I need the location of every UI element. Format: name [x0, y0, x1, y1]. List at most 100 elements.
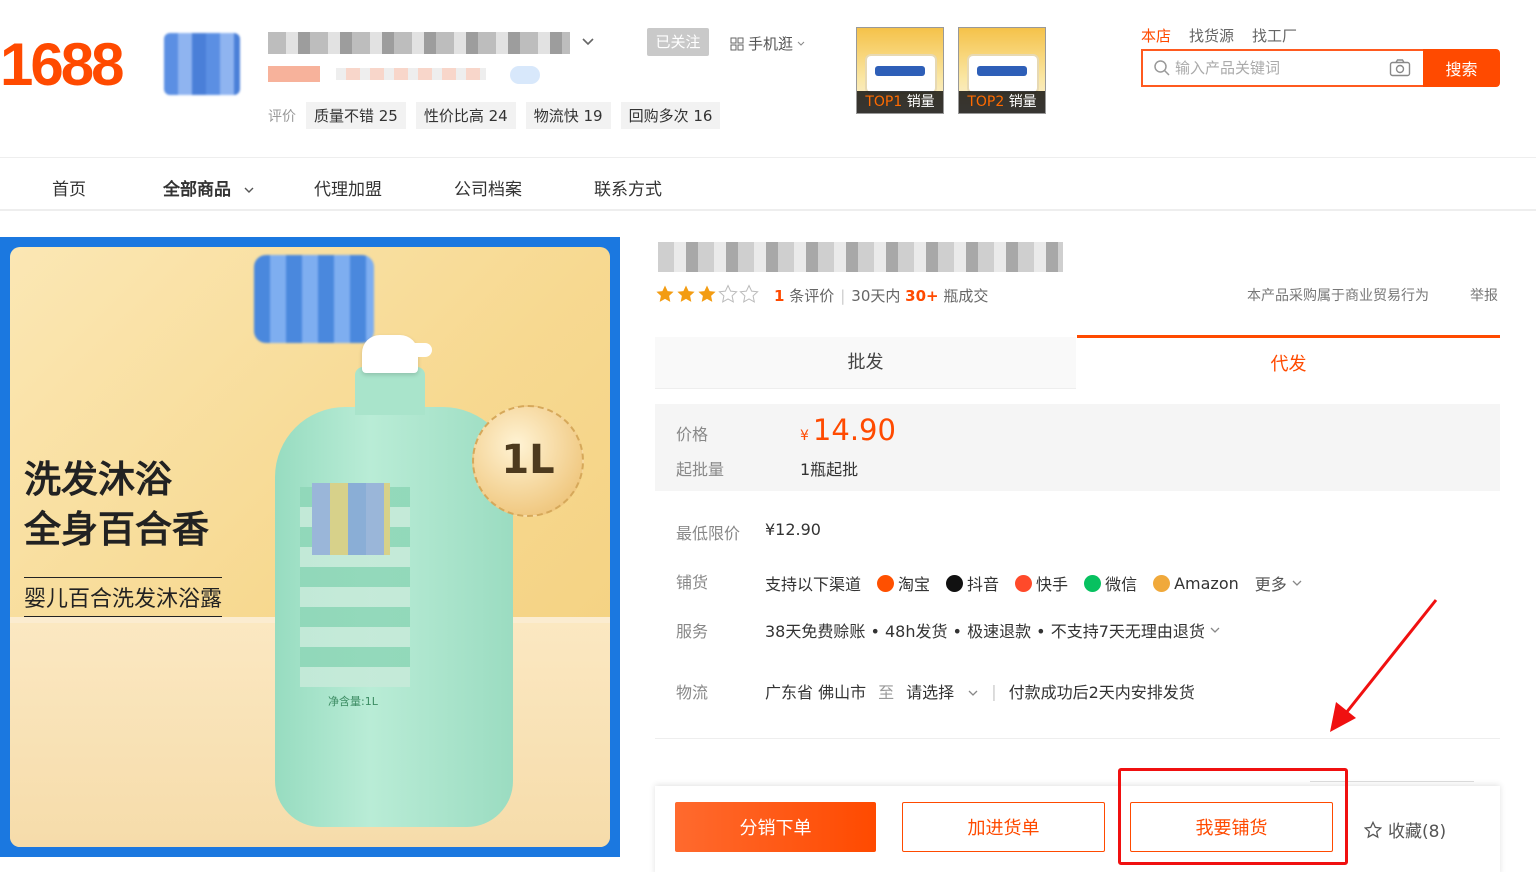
star-empty-icon [739, 284, 759, 303]
taobao-icon [877, 574, 895, 592]
verified-icon [510, 66, 540, 84]
tab-wholesale[interactable]: 批发 [655, 337, 1076, 389]
kuaishou-icon [1015, 574, 1033, 592]
star-filled-icon [656, 285, 674, 302]
rank-text: 销量 [906, 94, 935, 110]
service-text: 38天免费赊账 • 48h发货 • 极速退款 • 不支持7天无理由退货 [765, 622, 1205, 641]
site-logo[interactable]: 1688 [0, 30, 124, 100]
price-amount: 14.90 [812, 413, 896, 447]
search-input[interactable] [1175, 51, 1385, 85]
shop-rating-label: 评价 [268, 109, 296, 125]
grid-icon [730, 37, 744, 50]
shop-nav-bar: 首页 全部商品 代理加盟 公司档案 联系方式 [0, 157, 1536, 211]
review-count[interactable]: 1 条评价 [774, 285, 834, 306]
net-content-label: 净含量:1L [328, 695, 378, 708]
bottle-logo-redacted [312, 483, 390, 555]
tab-find-source[interactable]: 找货源 [1189, 25, 1234, 46]
min-price-label: 最低限价 [676, 524, 741, 543]
favorite-button[interactable]: 收藏(8) [1364, 817, 1446, 842]
chevron-down-icon [244, 187, 254, 193]
channel-list: 支持以下渠道 淘宝 抖音 快手 微信 Amazon 更多 [765, 571, 1303, 595]
rating-tag: 物流快 19 [525, 102, 611, 129]
search-button[interactable]: 搜索 [1423, 49, 1500, 87]
service-list[interactable]: 38天免费赊账 • 48h发货 • 极速退款 • 不支持7天无理由退货 [765, 618, 1221, 642]
channel-kuaishou[interactable]: 快手 [1015, 571, 1068, 595]
annotation-highlight-box [1118, 768, 1348, 865]
chevron-down-icon [1210, 627, 1220, 633]
nav-item-all-products[interactable]: 全部商品 [163, 175, 255, 200]
sales-volume: 30天内 30+ 瓶成交 [851, 287, 989, 305]
shop-avatar[interactable] [164, 33, 240, 95]
destination-select[interactable]: 请选择 [906, 679, 979, 703]
report-link[interactable]: 举报 [1470, 285, 1498, 305]
mobile-browse-link[interactable]: 手机逛 [730, 33, 805, 54]
channel-amazon[interactable]: Amazon [1153, 574, 1239, 593]
rating-tag: 回购多次 16 [620, 102, 721, 129]
channel-douyin[interactable]: 抖音 [946, 571, 999, 595]
product-title-redacted [658, 242, 1063, 272]
nav-item-agency[interactable]: 代理加盟 [314, 175, 382, 200]
search-scope-tabs: 本店 找货源 找工厂 [1141, 25, 1297, 46]
more-channels-toggle[interactable]: 更多 [1255, 571, 1303, 595]
ship-to-label: 至 [878, 683, 895, 702]
follow-button[interactable]: 已关注 [647, 28, 709, 56]
shop-name-redacted[interactable] [268, 32, 570, 54]
bottle-pump-nozzle [392, 343, 432, 357]
star-rating [655, 284, 759, 304]
rating-tag: 性价比高 24 [415, 102, 516, 129]
rank-label: TOP2 [967, 94, 1005, 110]
camera-icon[interactable] [1389, 58, 1411, 78]
nav-item-home[interactable]: 首页 [52, 175, 86, 200]
volume-badge-text: 1L [501, 437, 555, 483]
brand-logo-redacted [254, 255, 374, 343]
shop-rating-tags: 质量不错 25 性价比高 24 物流快 19 回购多次 16 [306, 102, 721, 129]
shop-info-redacted [336, 68, 486, 80]
annotation-arrow-icon [1330, 599, 1438, 732]
rank-text: 销量 [1008, 94, 1037, 110]
chevron-down-icon [1292, 580, 1302, 586]
logistics-row: 广东省 佛山市 至 请选择 | 付款成功后2天内安排发货 [765, 679, 1195, 703]
price-value: ¥14.90 [800, 413, 896, 447]
currency-symbol: ¥ [800, 428, 809, 444]
price-panel [655, 404, 1500, 491]
tab-find-factory[interactable]: 找工厂 [1252, 25, 1297, 46]
mobile-browse-label: 手机逛 [748, 35, 794, 53]
douyin-icon [946, 574, 964, 592]
trade-notice: 本产品采购属于商业贸易行为 [1247, 288, 1429, 304]
tab-this-shop[interactable]: 本店 [1141, 25, 1171, 46]
promo-subtitle: 婴儿百合洗发沐浴露 [24, 577, 223, 617]
chevron-down-icon[interactable] [580, 34, 596, 50]
moq-value: 1瓶起批 [800, 460, 859, 479]
nav-item-label: 全部商品 [163, 180, 231, 200]
rating-tag: 质量不错 25 [306, 102, 406, 129]
service-label: 服务 [676, 622, 709, 641]
tab-dropship[interactable]: 代发 [1077, 335, 1500, 389]
chevron-down-icon [797, 41, 805, 46]
top2-product-badge[interactable]: TOP2 销量 [958, 27, 1046, 114]
bottle-neck [355, 367, 425, 415]
promo-headline: 洗发沐浴 全身百合香 [24, 455, 209, 555]
nav-item-company-profile[interactable]: 公司档案 [454, 175, 522, 200]
price-label: 价格 [676, 425, 709, 444]
min-price-value: ¥12.90 [765, 520, 821, 539]
star-filled-icon [677, 285, 695, 302]
shop-badge-redacted [268, 66, 320, 82]
channel-intro: 支持以下渠道 [765, 575, 862, 594]
promo-headline-line-1: 洗发沐浴 [24, 458, 172, 501]
search-icon [1154, 60, 1170, 76]
add-to-cart-button[interactable]: 加进货单 [902, 802, 1105, 852]
distribution-order-button[interactable]: 分销下单 [675, 802, 876, 852]
moq-label: 起批量 [676, 460, 725, 479]
chevron-down-icon [968, 690, 978, 696]
search-box [1141, 49, 1423, 87]
rank-label: TOP1 [865, 94, 903, 110]
product-main-image[interactable]: 洗发沐浴 全身百合香 婴儿百合洗发沐浴露 净含量:1L 1L [0, 237, 620, 857]
star-outline-icon [1364, 820, 1382, 838]
channel-wechat[interactable]: 微信 [1084, 571, 1137, 595]
nav-item-contact[interactable]: 联系方式 [594, 175, 662, 200]
favorite-label: 收藏(8) [1388, 822, 1447, 842]
product-thumbnail [867, 56, 935, 92]
logistics-label: 物流 [676, 683, 709, 702]
channel-taobao[interactable]: 淘宝 [877, 571, 930, 595]
top1-product-badge[interactable]: TOP1 销量 [856, 27, 944, 114]
